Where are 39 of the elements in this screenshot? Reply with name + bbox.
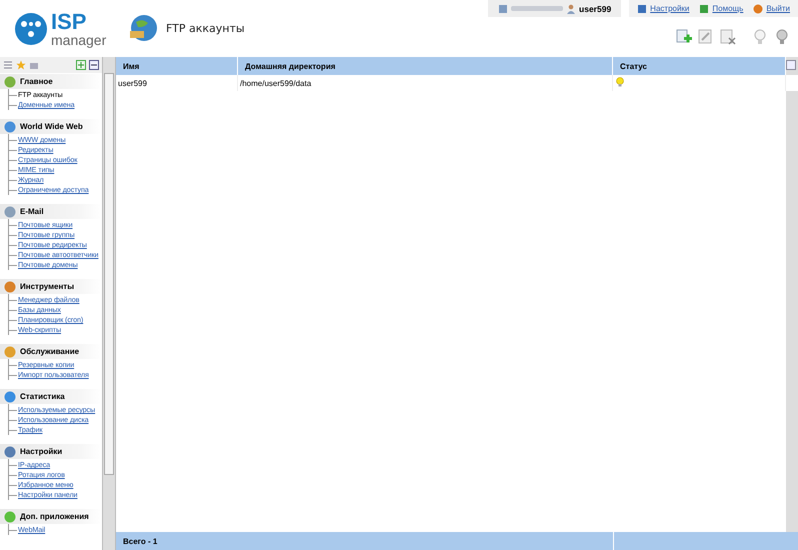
scrollbar[interactable]: [786, 91, 798, 532]
top-link[interactable]: Выйти: [753, 4, 790, 14]
user-icon: [566, 4, 576, 14]
add-icon[interactable]: [676, 29, 692, 45]
page-title: FTP аккаунты: [166, 22, 245, 35]
section-icon: [4, 446, 16, 458]
section-icon: [4, 76, 16, 88]
logo-icon: [14, 12, 48, 46]
total-count: Всего - 1: [123, 536, 158, 546]
collapse-icon[interactable]: [89, 60, 100, 70]
section-icon: [4, 510, 16, 522]
logo-subtitle: manager: [51, 32, 106, 48]
blurred-address: [511, 6, 564, 11]
logo-text: ISP: [51, 9, 88, 35]
delete-icon[interactable]: [720, 29, 736, 45]
scrollbar[interactable]: [102, 57, 115, 550]
section-icon: [4, 120, 16, 132]
link-icon: [699, 4, 710, 14]
username: user599: [579, 4, 612, 14]
light-bulb-icon[interactable]: [752, 29, 768, 45]
column-header[interactable]: Домашняя директория: [238, 57, 612, 75]
column-header[interactable]: Статус: [612, 57, 786, 75]
section-icon: [4, 346, 16, 358]
section-icon: [4, 390, 16, 402]
light-bulb-icon[interactable]: [774, 29, 790, 45]
list-icon[interactable]: [3, 60, 13, 70]
table-cell: /home/user599/data: [238, 75, 612, 91]
top-link[interactable]: Помощь: [699, 4, 744, 14]
section-icon: [4, 206, 16, 218]
link-icon: [753, 4, 764, 14]
edit-icon[interactable]: [698, 29, 714, 45]
link-icon: [637, 4, 648, 14]
star-icon[interactable]: [16, 60, 26, 70]
section-icon: [4, 280, 16, 292]
column-settings-icon[interactable]: [786, 60, 796, 70]
top-link[interactable]: Настройки: [637, 4, 690, 14]
globe-icon: [128, 14, 158, 44]
table-cell: user599: [116, 75, 238, 91]
column-header[interactable]: Имя: [116, 57, 238, 75]
